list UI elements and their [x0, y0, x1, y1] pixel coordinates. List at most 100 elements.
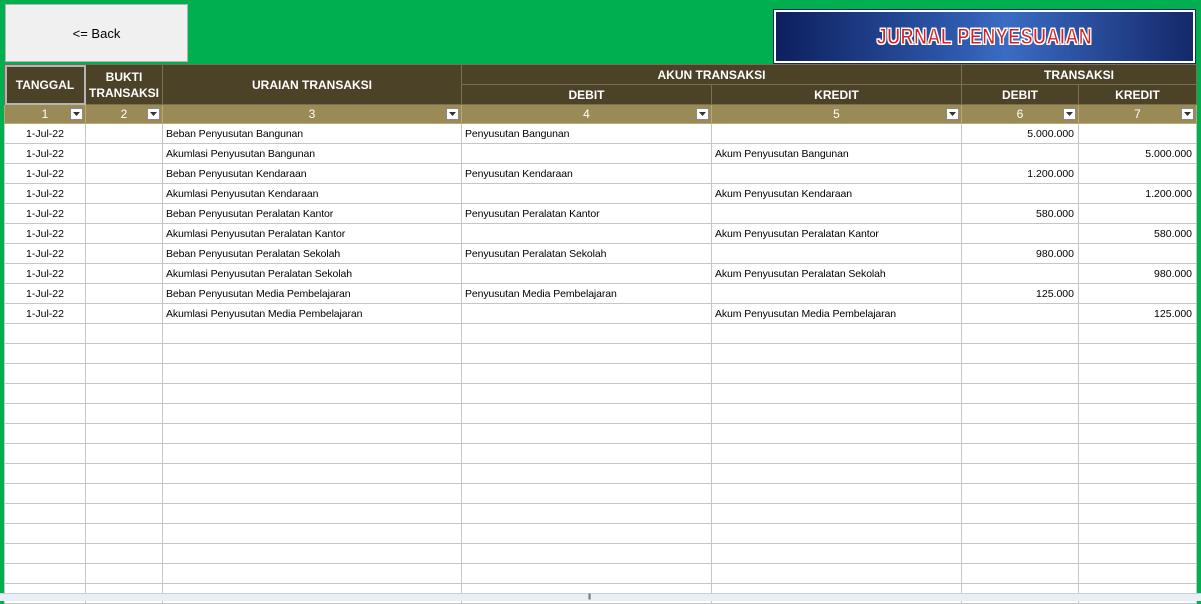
- cell-akun-kredit[interactable]: Akum Penyusutan Media Pembelajaran: [711, 303, 962, 324]
- empty-cell[interactable]: [4, 523, 86, 544]
- cell-debit[interactable]: [961, 303, 1079, 324]
- empty-cell[interactable]: [4, 543, 86, 564]
- empty-cell[interactable]: [461, 343, 712, 364]
- empty-cell[interactable]: [711, 503, 962, 524]
- empty-cell[interactable]: [85, 383, 163, 404]
- header-bukti-transaksi[interactable]: BUKTI TRANSAKSI: [85, 64, 163, 105]
- cell-akun-debit[interactable]: Penyusutan Media Pembelajaran: [461, 283, 712, 304]
- empty-cell[interactable]: [4, 503, 86, 524]
- empty-cell[interactable]: [711, 563, 962, 584]
- empty-cell[interactable]: [711, 483, 962, 504]
- empty-cell[interactable]: [162, 363, 462, 384]
- empty-cell[interactable]: [1077, 423, 1198, 444]
- filter-dropdown-icon[interactable]: [70, 108, 83, 120]
- empty-cell[interactable]: [162, 443, 462, 464]
- header-transaksi-kredit[interactable]: KREDIT: [1077, 84, 1198, 105]
- cell-akun-debit[interactable]: [461, 303, 712, 324]
- filter-dropdown-icon[interactable]: [1181, 108, 1195, 120]
- empty-cell[interactable]: [1077, 383, 1198, 404]
- empty-cell[interactable]: [4, 383, 86, 404]
- cell-kredit[interactable]: [1077, 123, 1198, 144]
- header-tanggal[interactable]: TANGGAL: [4, 64, 86, 105]
- cell-akun-debit[interactable]: Penyusutan Kendaraan: [461, 163, 712, 184]
- empty-cell[interactable]: [4, 443, 86, 464]
- empty-cell[interactable]: [1077, 543, 1198, 564]
- empty-cell[interactable]: [961, 343, 1079, 364]
- cell-kredit[interactable]: 5.000.000: [1077, 143, 1198, 164]
- cell-debit[interactable]: [961, 183, 1079, 204]
- empty-cell[interactable]: [85, 423, 163, 444]
- cell-bukti[interactable]: [85, 143, 163, 164]
- empty-cell[interactable]: [162, 383, 462, 404]
- empty-cell[interactable]: [711, 523, 962, 544]
- cell-tanggal[interactable]: 1-Jul-22: [4, 143, 86, 164]
- empty-cell[interactable]: [711, 383, 962, 404]
- empty-cell[interactable]: [1077, 503, 1198, 524]
- empty-cell[interactable]: [85, 363, 163, 384]
- cell-tanggal[interactable]: 1-Jul-22: [4, 203, 86, 224]
- empty-cell[interactable]: [85, 563, 163, 584]
- cell-kredit[interactable]: 1.200.000: [1077, 183, 1198, 204]
- cell-debit[interactable]: 1.200.000: [961, 163, 1079, 184]
- empty-cell[interactable]: [1077, 483, 1198, 504]
- cell-bukti[interactable]: [85, 223, 163, 244]
- empty-cell[interactable]: [162, 423, 462, 444]
- filter-dropdown-icon[interactable]: [147, 108, 160, 120]
- cell-bukti[interactable]: [85, 263, 163, 284]
- cell-akun-kredit[interactable]: [711, 283, 962, 304]
- empty-cell[interactable]: [4, 423, 86, 444]
- cell-akun-debit[interactable]: [461, 263, 712, 284]
- cell-kredit[interactable]: [1077, 283, 1198, 304]
- empty-cell[interactable]: [461, 523, 712, 544]
- empty-cell[interactable]: [85, 483, 163, 504]
- cell-uraian[interactable]: Beban Penyusutan Media Pembelajaran: [162, 283, 462, 304]
- cell-kredit[interactable]: [1077, 203, 1198, 224]
- empty-cell[interactable]: [4, 323, 86, 344]
- empty-cell[interactable]: [961, 383, 1079, 404]
- header-akun-kredit[interactable]: KREDIT: [711, 84, 962, 105]
- cell-akun-debit[interactable]: [461, 143, 712, 164]
- cell-uraian[interactable]: Beban Penyusutan Bangunan: [162, 123, 462, 144]
- cell-tanggal[interactable]: 1-Jul-22: [4, 183, 86, 204]
- empty-cell[interactable]: [85, 463, 163, 484]
- cell-tanggal[interactable]: 1-Jul-22: [4, 283, 86, 304]
- cell-akun-kredit[interactable]: [711, 163, 962, 184]
- empty-cell[interactable]: [961, 323, 1079, 344]
- cell-kredit[interactable]: 980.000: [1077, 263, 1198, 284]
- empty-cell[interactable]: [4, 563, 86, 584]
- empty-cell[interactable]: [162, 563, 462, 584]
- empty-cell[interactable]: [461, 423, 712, 444]
- empty-cell[interactable]: [85, 523, 163, 544]
- empty-cell[interactable]: [961, 443, 1079, 464]
- empty-cell[interactable]: [1077, 443, 1198, 464]
- empty-cell[interactable]: [961, 363, 1079, 384]
- empty-cell[interactable]: [961, 463, 1079, 484]
- empty-cell[interactable]: [961, 563, 1079, 584]
- empty-cell[interactable]: [85, 403, 163, 424]
- empty-cell[interactable]: [1077, 403, 1198, 424]
- cell-uraian[interactable]: Akumlasi Penyusutan Kendaraan: [162, 183, 462, 204]
- empty-cell[interactable]: [461, 483, 712, 504]
- cell-akun-debit[interactable]: Penyusutan Peralatan Kantor: [461, 203, 712, 224]
- scroll-grip-icon[interactable]: ||||: [588, 594, 596, 600]
- empty-cell[interactable]: [961, 543, 1079, 564]
- empty-cell[interactable]: [1077, 343, 1198, 364]
- empty-cell[interactable]: [461, 383, 712, 404]
- empty-cell[interactable]: [4, 463, 86, 484]
- empty-cell[interactable]: [162, 323, 462, 344]
- empty-cell[interactable]: [1077, 463, 1198, 484]
- cell-tanggal[interactable]: 1-Jul-22: [4, 243, 86, 264]
- cell-kredit[interactable]: [1077, 163, 1198, 184]
- empty-cell[interactable]: [461, 563, 712, 584]
- empty-cell[interactable]: [711, 423, 962, 444]
- empty-cell[interactable]: [961, 523, 1079, 544]
- cell-debit[interactable]: 5.000.000: [961, 123, 1079, 144]
- cell-debit[interactable]: 125.000: [961, 283, 1079, 304]
- empty-cell[interactable]: [461, 463, 712, 484]
- empty-cell[interactable]: [461, 543, 712, 564]
- cell-akun-kredit[interactable]: [711, 203, 962, 224]
- cell-akun-kredit[interactable]: Akum Penyusutan Peralatan Sekolah: [711, 263, 962, 284]
- cell-kredit[interactable]: 580.000: [1077, 223, 1198, 244]
- cell-akun-kredit[interactable]: [711, 123, 962, 144]
- empty-cell[interactable]: [1077, 523, 1198, 544]
